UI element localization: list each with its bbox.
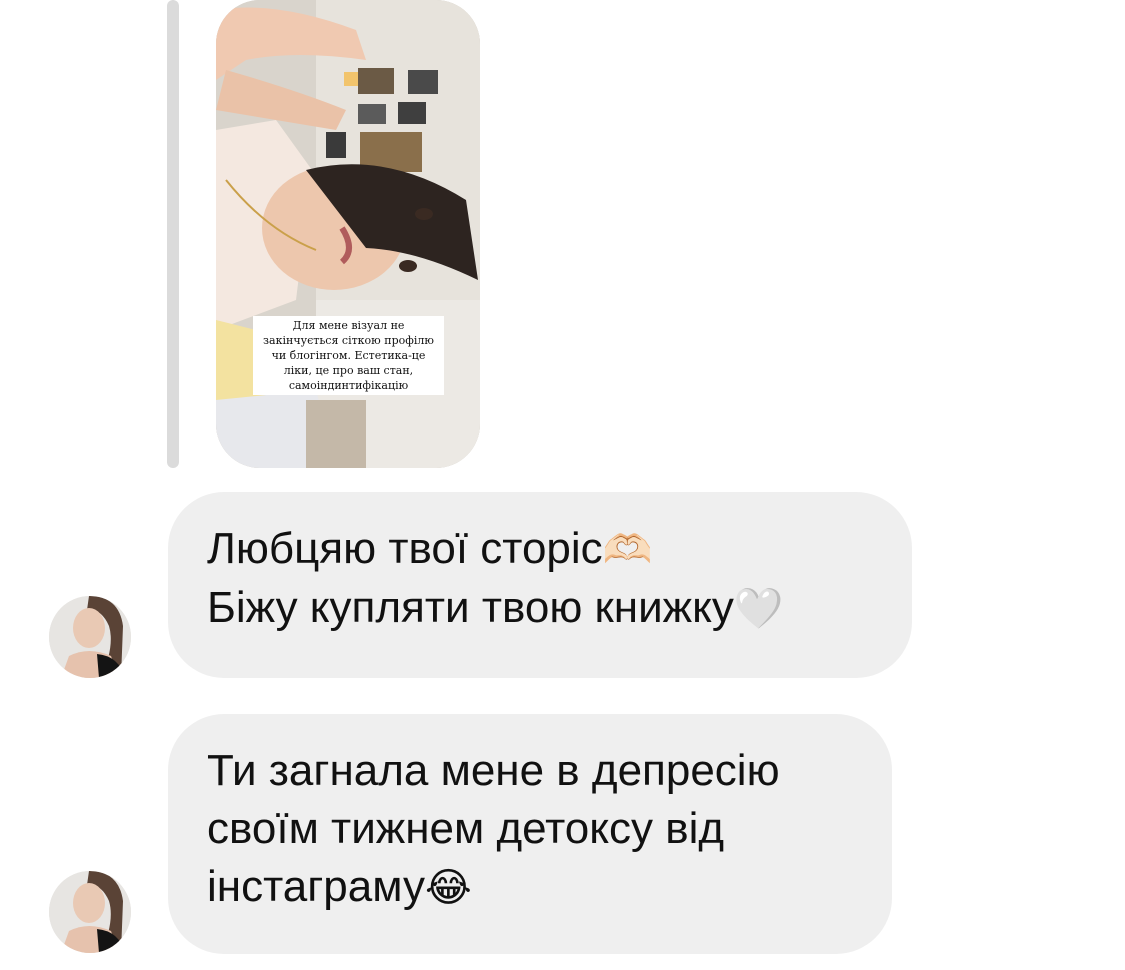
message-text: Ти загнала мене в депресію (207, 746, 780, 795)
message-line: Біжу купляти твою книжку🤍 (207, 579, 870, 638)
message-bubble[interactable]: Любцяю твої сторіс🫶🏻 Біжу купляти твою к… (168, 492, 912, 678)
shared-story-thumbnail[interactable]: Для мене візуал не закінчується сіткою п… (216, 0, 480, 468)
avatar-photo-icon (49, 871, 131, 953)
message-line: інстаграму😂 (207, 858, 850, 917)
message-line: Любцяю твої сторіс🫶🏻 (207, 520, 870, 579)
message-line: своїм тижнем детоксу від (207, 800, 850, 858)
white-heart-icon: 🤍 (733, 586, 784, 632)
message-text: інстаграму (207, 862, 425, 911)
story-caption: Для мене візуал не закінчується сіткою п… (253, 316, 444, 395)
message-bubble[interactable]: Ти загнала мене в депресію своїм тижнем … (168, 714, 892, 954)
message-text: своїм тижнем детоксу від (207, 804, 725, 853)
story-reply-indicator (167, 0, 179, 468)
tears-of-joy-icon: 😂 (424, 865, 472, 911)
heart-hands-icon: 🫶🏻 (602, 527, 653, 573)
message-text: Любцяю твої сторіс (207, 524, 603, 573)
sender-avatar[interactable] (49, 871, 131, 953)
message-line: Ти загнала мене в депресію (207, 742, 850, 800)
message-text: Біжу купляти твою книжку (207, 583, 734, 632)
avatar-photo-icon (49, 596, 131, 678)
story-photo (216, 0, 480, 468)
sender-avatar[interactable] (49, 596, 131, 678)
